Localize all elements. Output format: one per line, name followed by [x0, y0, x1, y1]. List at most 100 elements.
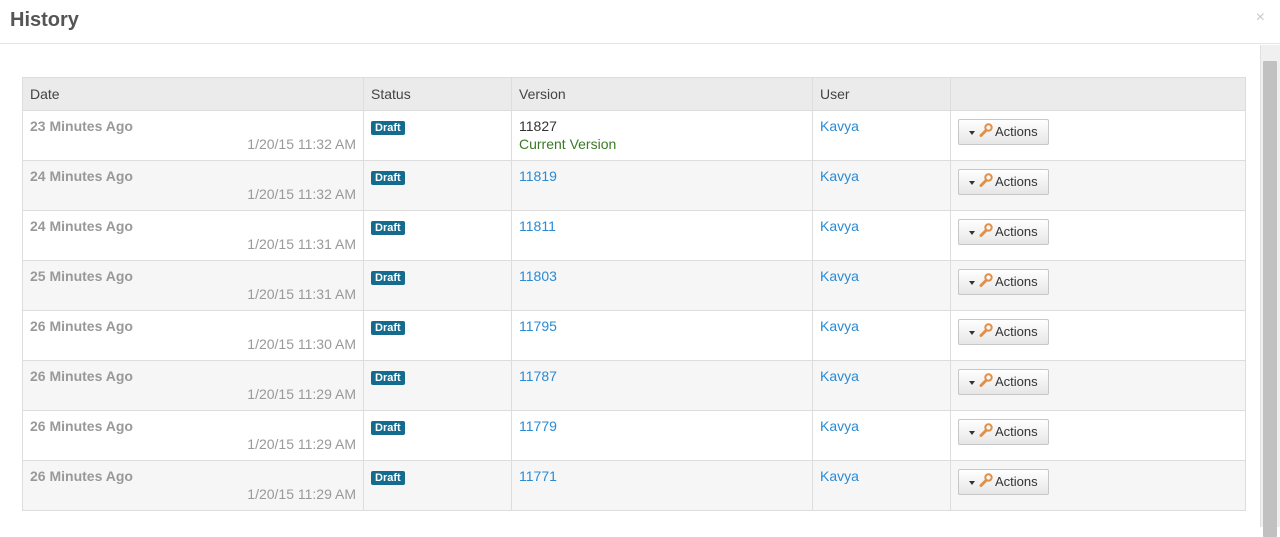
user-link[interactable]: Kavya [820, 168, 859, 184]
header-user: User [812, 77, 951, 111]
date-cell: 25 Minutes Ago 1/20/15 11:31 AM [22, 260, 364, 311]
status-cell: Draft [363, 260, 512, 311]
user-link[interactable]: Kavya [820, 268, 859, 284]
timestamp: 1/20/15 11:32 AM [247, 136, 356, 152]
scrollbar-thumb[interactable] [1263, 61, 1277, 537]
timestamp: 1/20/15 11:30 AM [247, 336, 356, 352]
actions-label: Actions [995, 274, 1038, 289]
version-link[interactable]: 11771 [519, 468, 557, 484]
table-row: 26 Minutes Ago 1/20/15 11:29 AM Draft 11787… [22, 360, 1246, 411]
date-cell: 26 Minutes Ago 1/20/15 11:29 AM [22, 460, 364, 511]
relative-time: 24 Minutes Ago [30, 168, 133, 184]
relative-time: 26 Minutes Ago [30, 318, 133, 334]
relative-time: 26 Minutes Ago [30, 418, 133, 434]
actions-label: Actions [995, 324, 1038, 339]
version-cell: 11803 [511, 260, 813, 311]
user-link[interactable]: Kavya [820, 468, 859, 484]
version-link[interactable]: 11811 [519, 218, 556, 234]
actions-button[interactable]: Actions [958, 269, 1049, 295]
version-cell: 11811 [511, 210, 813, 261]
caret-down-icon [969, 480, 975, 485]
user-link[interactable]: Kavya [820, 318, 859, 334]
wrench-icon [979, 321, 993, 345]
history-table: Date Status Version User 23 Minutes Ago 1… [22, 77, 1246, 511]
actions-cell: Actions [950, 210, 1246, 261]
version-link[interactable]: 11803 [519, 268, 557, 284]
date-cell: 23 Minutes Ago 1/20/15 11:32 AM [22, 110, 364, 161]
version-cell: 11827 Current Version [511, 110, 813, 161]
table-row: 25 Minutes Ago 1/20/15 11:31 AM Draft 11803… [22, 260, 1246, 311]
version-link[interactable]: 11779 [519, 418, 557, 434]
user-cell: Kavya [812, 160, 951, 211]
actions-button[interactable]: Actions [958, 369, 1049, 395]
status-cell: Draft [363, 410, 512, 461]
relative-time: 26 Minutes Ago [30, 368, 133, 384]
actions-cell: Actions [950, 260, 1246, 311]
close-icon[interactable]: × [1256, 10, 1265, 26]
user-link[interactable]: Kavya [820, 368, 859, 384]
current-version-label: Current Version [519, 136, 617, 152]
status-badge: Draft [371, 421, 405, 435]
actions-cell: Actions [950, 160, 1246, 211]
user-link[interactable]: Kavya [820, 218, 859, 234]
header-status: Status [363, 77, 512, 111]
vertical-scrollbar[interactable] [1260, 45, 1280, 537]
version-cell: 11787 [511, 360, 813, 411]
wrench-icon [979, 271, 993, 295]
version-cell: 11771 [511, 460, 813, 511]
date-cell: 26 Minutes Ago 1/20/15 11:30 AM [22, 310, 364, 361]
user-cell: Kavya [812, 210, 951, 261]
user-cell: Kavya [812, 410, 951, 461]
timestamp: 1/20/15 11:29 AM [247, 486, 356, 502]
caret-down-icon [969, 380, 975, 385]
actions-button[interactable]: Actions [958, 469, 1049, 495]
actions-button[interactable]: Actions [958, 219, 1049, 245]
status-badge: Draft [371, 371, 405, 385]
user-cell: Kavya [812, 360, 951, 411]
actions-cell: Actions [950, 460, 1246, 511]
date-cell: 24 Minutes Ago 1/20/15 11:32 AM [22, 160, 364, 211]
actions-cell: Actions [950, 310, 1246, 361]
status-badge: Draft [371, 271, 405, 285]
actions-label: Actions [995, 174, 1038, 189]
table-row: 26 Minutes Ago 1/20/15 11:29 AM Draft 11771… [22, 460, 1246, 511]
version-cell: 11779 [511, 410, 813, 461]
date-cell: 26 Minutes Ago 1/20/15 11:29 AM [22, 410, 364, 461]
version-link[interactable]: 11787 [519, 368, 557, 384]
user-cell: Kavya [812, 460, 951, 511]
table-row: 24 Minutes Ago 1/20/15 11:31 AM Draft 11811… [22, 210, 1246, 261]
date-cell: 26 Minutes Ago 1/20/15 11:29 AM [22, 360, 364, 411]
table-row: 23 Minutes Ago 1/20/15 11:32 AM Draft 11827… [22, 110, 1246, 161]
wrench-icon [979, 121, 993, 145]
timestamp: 1/20/15 11:32 AM [247, 186, 356, 202]
user-link[interactable]: Kavya [820, 118, 859, 134]
table-row: 24 Minutes Ago 1/20/15 11:32 AM Draft 11819… [22, 160, 1246, 211]
relative-time: 25 Minutes Ago [30, 268, 133, 284]
version-cell: 11819 [511, 160, 813, 211]
status-badge: Draft [371, 471, 405, 485]
actions-label: Actions [995, 124, 1038, 139]
relative-time: 24 Minutes Ago [30, 218, 133, 234]
actions-button[interactable]: Actions [958, 169, 1049, 195]
version-link[interactable]: 11819 [519, 168, 557, 184]
status-cell: Draft [363, 360, 512, 411]
wrench-icon [979, 221, 993, 245]
caret-down-icon [969, 130, 975, 135]
actions-button[interactable]: Actions [958, 119, 1049, 145]
actions-button[interactable]: Actions [958, 319, 1049, 345]
version-link[interactable]: 11795 [519, 318, 557, 334]
actions-button[interactable]: Actions [958, 419, 1049, 445]
user-link[interactable]: Kavya [820, 418, 859, 434]
timestamp: 1/20/15 11:29 AM [247, 386, 356, 402]
table-row: 26 Minutes Ago 1/20/15 11:30 AM Draft 11795… [22, 310, 1246, 361]
actions-cell: Actions [950, 410, 1246, 461]
header-version: Version [511, 77, 813, 111]
actions-cell: Actions [950, 110, 1246, 161]
dialog-body: Date Status Version User 23 Minutes Ago 1… [0, 45, 1260, 527]
caret-down-icon [969, 230, 975, 235]
timestamp: 1/20/15 11:31 AM [247, 236, 356, 252]
wrench-icon [979, 371, 993, 395]
caret-down-icon [969, 330, 975, 335]
caret-down-icon [969, 280, 975, 285]
user-cell: Kavya [812, 260, 951, 311]
